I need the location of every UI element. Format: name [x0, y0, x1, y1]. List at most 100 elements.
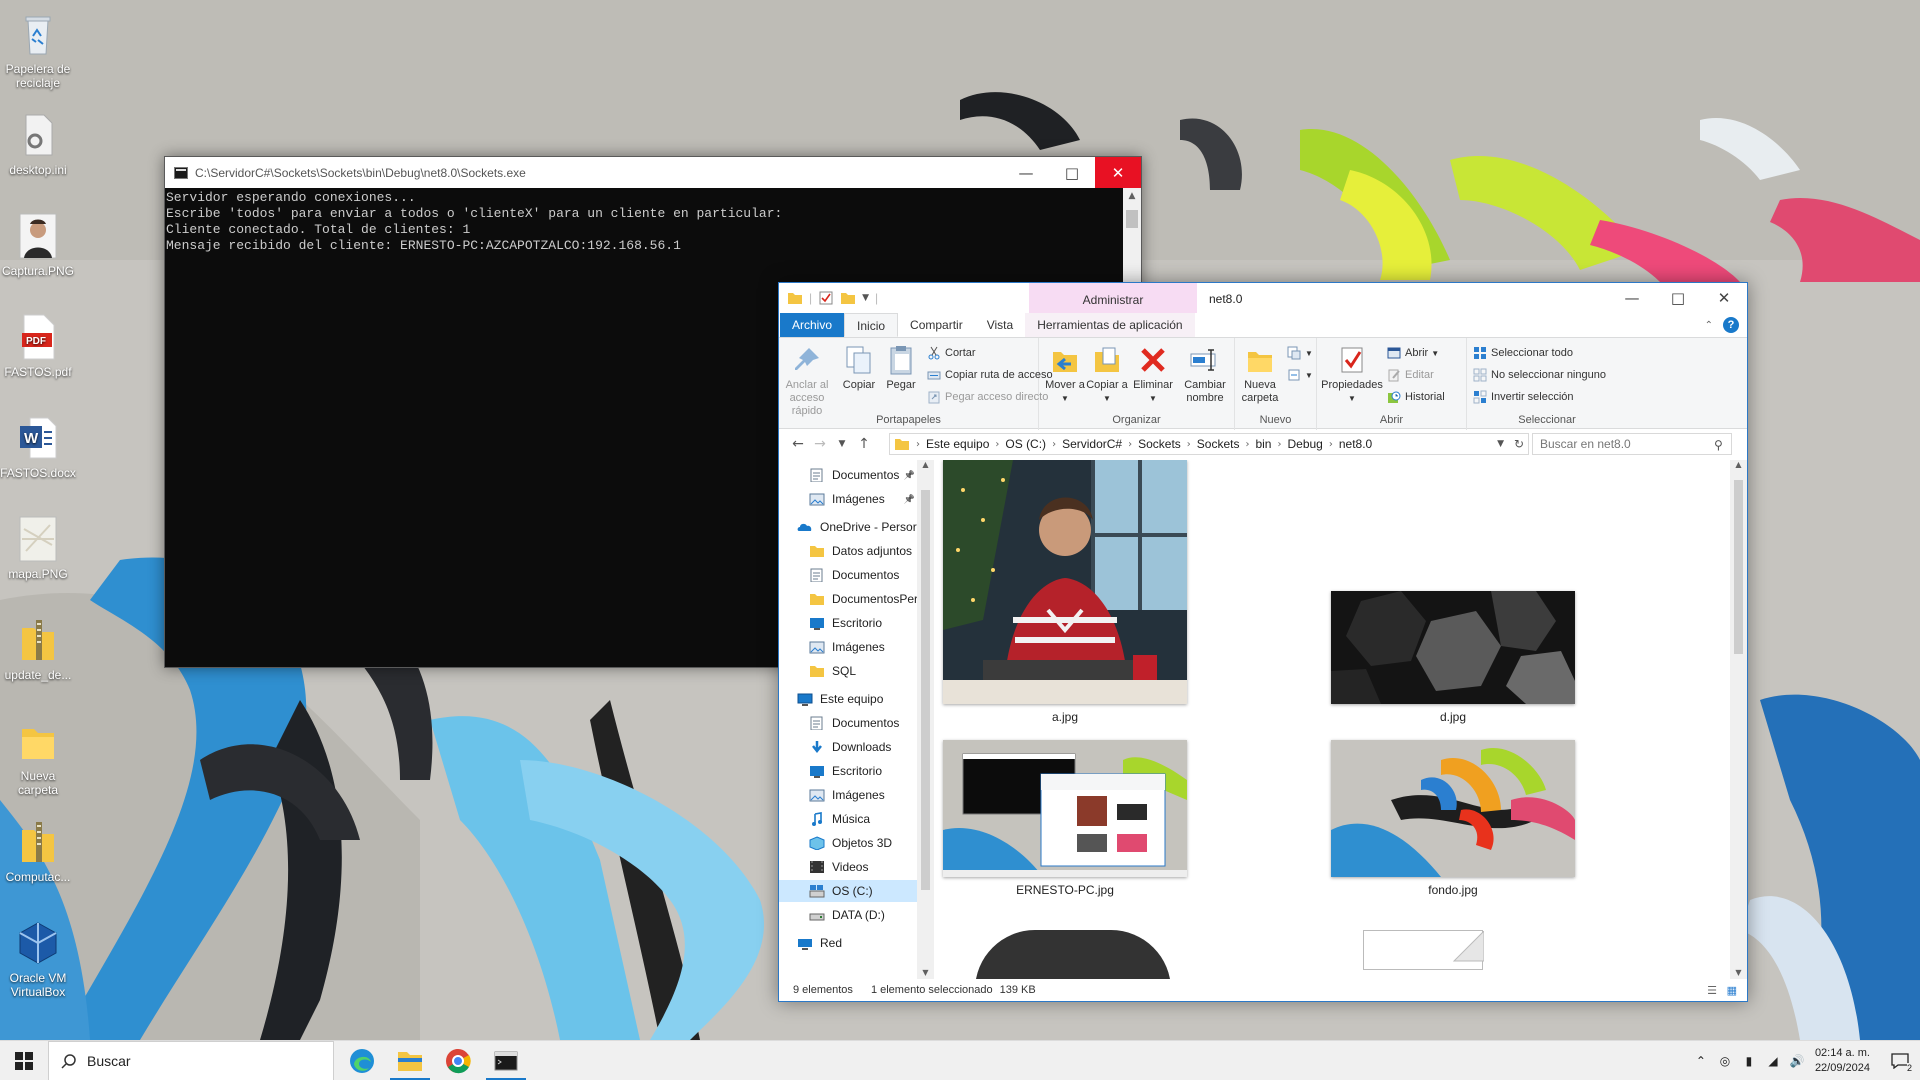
paste-button[interactable]: Pegar [879, 342, 923, 392]
nav-item[interactable]: Red [779, 932, 917, 954]
minimize-button[interactable]: — [1003, 157, 1049, 188]
breadcrumb-item[interactable]: Sockets [1193, 437, 1244, 451]
collapse-ribbon-icon[interactable]: ⌃ [1705, 320, 1713, 331]
nav-item[interactable]: Música [779, 808, 917, 830]
history-button[interactable]: Historial [1387, 388, 1445, 406]
new-item-button[interactable]: ▼ [1287, 344, 1313, 362]
recent-locations-icon[interactable]: ▼ [831, 439, 853, 449]
breadcrumb-item[interactable]: bin [1251, 437, 1275, 451]
breadcrumb-item[interactable]: Sockets [1134, 437, 1185, 451]
address-bar[interactable]: › Este equipo › OS (C:) › ServidorC# › Sock… [889, 433, 1529, 455]
volume-icon[interactable]: 🔊 [1785, 1054, 1809, 1068]
edit-button[interactable]: Editar [1387, 366, 1434, 384]
breadcrumb-item[interactable]: net8.0 [1335, 437, 1376, 451]
tab-herramientas[interactable]: Herramientas de aplicación [1025, 313, 1195, 337]
easy-access-button[interactable]: ▼ [1287, 366, 1313, 384]
navigation-pane[interactable]: Documentos 📌 Imágenes 📌 OneDrive - Persor Dat… [779, 460, 917, 979]
nav-item[interactable]: Datos adjuntos [779, 540, 917, 562]
up-arrow-icon[interactable]: ↑ [853, 436, 875, 452]
desktop-icon-nueva-carpeta[interactable]: Nueva carpeta [0, 711, 76, 807]
nav-item[interactable]: Videos [779, 856, 917, 878]
properties-icon[interactable] [818, 290, 834, 306]
details-view-icon[interactable]: ☰ [1707, 984, 1717, 997]
copy-to-button[interactable]: Copiar a ▼ [1085, 342, 1129, 405]
desktop-icon-computac[interactable]: Computac... [0, 812, 76, 908]
scrollbar-thumb[interactable] [1734, 480, 1743, 654]
cut-button[interactable]: Cortar [927, 344, 976, 362]
partial-file-icon[interactable] [1363, 930, 1484, 970]
breadcrumb-item[interactable]: ServidorC# [1058, 437, 1126, 451]
breadcrumb-item[interactable]: Debug [1283, 437, 1326, 451]
navigation-scrollbar[interactable]: ▲ ▼ [917, 460, 934, 979]
address-dropdown-icon[interactable]: ▼ [1497, 439, 1504, 449]
copy-path-button[interactable]: Copiar ruta de acceso [927, 366, 1053, 384]
maximize-button[interactable]: □ [1655, 283, 1701, 313]
nav-item[interactable]: Escritorio [779, 760, 917, 782]
select-all-button[interactable]: Seleccionar todo [1473, 344, 1573, 362]
taskbar-search-box[interactable]: Buscar [48, 1041, 334, 1080]
scroll-down-arrow-icon[interactable]: ▼ [1730, 968, 1747, 977]
nav-item[interactable]: Este equipo [779, 688, 917, 710]
back-arrow-icon[interactable]: ← [787, 436, 809, 452]
partial-thumbnail[interactable] [975, 930, 1171, 979]
notification-center-button[interactable]: 2 [1880, 1041, 1920, 1080]
nav-item[interactable]: Imágenes [779, 784, 917, 806]
start-button[interactable] [0, 1041, 48, 1080]
desktop-icon-virtualbox[interactable]: Oracle VM VirtualBox [0, 913, 76, 1009]
pin-quick-access-button[interactable]: Anclar al acceso rápido [783, 342, 831, 418]
nav-item[interactable]: Documentos 📌 [779, 464, 917, 486]
file-item[interactable]: a.jpg [935, 460, 1195, 740]
rename-button[interactable]: Cambiar nombre [1179, 342, 1231, 405]
clock[interactable]: 02:14 a. m. 22/09/2024 [1815, 1046, 1870, 1076]
desktop-icon-update-zip[interactable]: update_de... [0, 610, 76, 706]
nav-item[interactable]: DATA (D:) [779, 904, 917, 926]
desktop-icon-fastos-pdf[interactable]: PDF FASTOS.pdf [0, 307, 76, 403]
nav-item[interactable]: OS (C:) [779, 880, 917, 902]
taskbar-app-file-explorer[interactable] [386, 1041, 434, 1080]
scroll-up-arrow-icon[interactable]: ▲ [917, 460, 934, 469]
file-item[interactable]: d.jpg [1323, 460, 1583, 740]
scrollbar-thumb[interactable] [921, 490, 930, 890]
nav-item[interactable]: Imágenes 📌 [779, 488, 917, 510]
scroll-up-arrow-icon[interactable]: ▲ [1730, 460, 1747, 469]
desktop-icon-captura[interactable]: Captura.PNG [0, 206, 76, 302]
close-button[interactable]: ✕ [1095, 157, 1141, 188]
breadcrumb-item[interactable]: OS (C:) [1001, 437, 1050, 451]
content-scrollbar[interactable]: ▲ ▼ [1730, 460, 1747, 979]
close-button[interactable]: ✕ [1701, 283, 1747, 313]
nav-item[interactable]: Documentos [779, 712, 917, 734]
battery-icon[interactable]: ▮ [1737, 1054, 1761, 1068]
taskbar-app-chrome[interactable] [434, 1041, 482, 1080]
taskbar-app-console[interactable] [482, 1041, 530, 1080]
copy-button[interactable]: Copiar [837, 342, 881, 392]
show-hidden-icons-icon[interactable]: ⌃ [1689, 1054, 1713, 1068]
new-folder-button[interactable]: Nueva carpeta [1237, 342, 1283, 405]
nav-item[interactable]: Imágenes [779, 636, 917, 658]
scroll-down-arrow-icon[interactable]: ▼ [917, 968, 934, 977]
explorer-titlebar[interactable]: | ▼ | Administrar net8.0 — □ ✕ [779, 283, 1747, 313]
minimize-button[interactable]: — [1609, 283, 1655, 313]
help-icon[interactable]: ? [1723, 317, 1739, 333]
desktop-icon-mapa[interactable]: mapa.PNG [0, 509, 76, 605]
file-explorer-window[interactable]: | ▼ | Administrar net8.0 — □ ✕ Archivo I… [778, 282, 1748, 1002]
wifi-icon[interactable]: ◢ [1761, 1054, 1785, 1068]
forward-arrow-icon[interactable]: → [809, 436, 831, 452]
maximize-button[interactable]: □ [1049, 157, 1095, 188]
select-none-button[interactable]: No seleccionar ninguno [1473, 366, 1606, 384]
file-item[interactable]: fondo.jpg [1323, 740, 1583, 920]
tab-archivo[interactable]: Archivo [780, 313, 845, 337]
delete-button[interactable]: Eliminar ▼ [1131, 342, 1175, 405]
context-tab-label[interactable]: Administrar [1029, 283, 1197, 313]
tab-vista[interactable]: Vista [975, 313, 1025, 337]
nav-item[interactable]: DocumentosPer [779, 588, 917, 610]
nav-item[interactable]: OneDrive - Persor [779, 516, 917, 538]
file-list[interactable]: a.jpg d.jpg ERNESTO-PC.jpg fondo.jpg [935, 460, 1730, 979]
large-icons-view-icon[interactable]: ▦ [1727, 984, 1737, 997]
paste-shortcut-button[interactable]: Pegar acceso directo [927, 388, 1048, 406]
desktop-icon-recycle-bin[interactable]: Papelera de reciclaje [0, 4, 76, 100]
invert-selection-button[interactable]: Invertir selección [1473, 388, 1574, 406]
refresh-icon[interactable]: ↻ [1514, 437, 1524, 451]
customize-toolbar-icon[interactable]: ▼ [862, 293, 869, 303]
nav-item[interactable]: Downloads [779, 736, 917, 758]
desktop-icon-desktop-ini[interactable]: desktop.ini [0, 105, 76, 201]
